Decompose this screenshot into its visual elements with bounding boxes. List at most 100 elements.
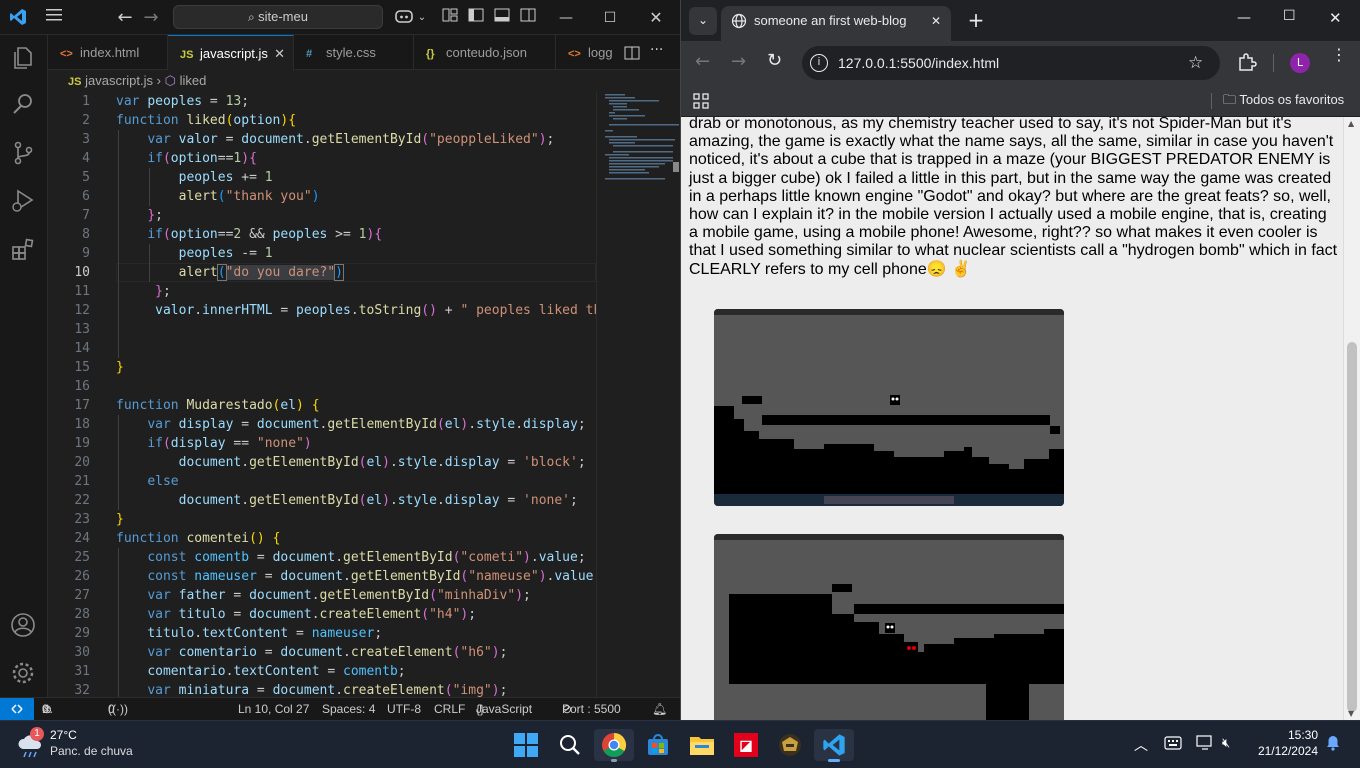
extensions-puzzle-icon[interactable] — [1237, 52, 1257, 76]
chevron-right-icon: › — [156, 73, 165, 88]
line-number: 30 — [74, 645, 90, 660]
command-center-search[interactable]: ⌕ site-meu — [173, 5, 383, 29]
ports-count: 0 — [108, 702, 115, 716]
chrome-menu-icon[interactable]: ⋮ — [1331, 47, 1347, 63]
back-arrow-icon[interactable]: ← — [695, 51, 710, 72]
bookmarks-bar: 🗀︎ Todos os favoritos — [681, 85, 1360, 117]
split-editor-icon[interactable] — [624, 45, 640, 64]
file-explorer-icon[interactable] — [682, 729, 722, 761]
chevron-down-icon[interactable]: ⌄ — [412, 8, 432, 28]
scroll-down-arrow-icon[interactable]: ▼ — [1348, 709, 1354, 718]
bookmark-star-icon[interactable]: ☆ — [1188, 46, 1203, 80]
breadcrumb-symbol[interactable]: liked — [180, 73, 207, 88]
toggle-panel-icon[interactable] — [492, 8, 512, 28]
all-bookmarks-label: Todos os favoritos — [1239, 92, 1345, 107]
maximize-icon[interactable]: ☐ — [600, 8, 620, 28]
vscode-taskbar-icon[interactable] — [814, 729, 854, 762]
line-ending[interactable]: CRLF — [434, 698, 465, 720]
maximize-icon[interactable]: ☐ — [1283, 8, 1296, 24]
encoding[interactable]: UTF-8 — [387, 698, 421, 720]
code-editor[interactable]: 1 2 3 4 5 6 7 8 9 10 11 12 13 14 15 16 17 18 19 20 21 22 23 24 2… — [48, 92, 596, 697]
code-line-9: peoples -= 1 — [178, 246, 273, 261]
indentation[interactable]: Spaces: 4 — [322, 698, 375, 720]
tab-index-html[interactable]: <> index.html — [48, 35, 168, 70]
scrollbar-thumb[interactable] — [1347, 342, 1357, 712]
apps-grid-icon[interactable] — [693, 93, 709, 113]
keyboard-icon[interactable] — [1164, 736, 1182, 755]
profile-avatar[interactable]: L — [1290, 53, 1310, 73]
minimap[interactable] — [596, 92, 680, 697]
chrome-taskbar-icon[interactable] — [594, 729, 634, 762]
site-info-icon[interactable]: i — [810, 54, 828, 72]
clock[interactable]: 15:30 21/12/2024 — [1250, 727, 1318, 759]
accounts-icon[interactable] — [10, 612, 38, 640]
game-app-icon[interactable] — [770, 729, 810, 761]
tab-javascript-js[interactable]: JS javascript.js ✕ — [168, 35, 294, 70]
tab-label: javascript.js — [200, 46, 268, 61]
reload-icon[interactable]: ↻ — [767, 50, 782, 71]
line-number: 13 — [74, 322, 90, 337]
explorer-icon[interactable] — [10, 45, 38, 73]
cursor-position[interactable]: Ln 10, Col 27 — [238, 698, 309, 720]
search-icon[interactable] — [10, 91, 38, 119]
minimize-icon[interactable]: — — [1237, 10, 1251, 26]
toggle-secondary-sidebar-icon[interactable] — [518, 8, 538, 28]
line-number: 22 — [74, 493, 90, 508]
all-bookmarks-button[interactable]: 🗀︎ Todos os favoritos — [1223, 91, 1344, 109]
weather-widget[interactable]: 1 27°C Panc. de chuva — [14, 727, 164, 763]
code-line-2: function liked(option){ — [116, 113, 297, 128]
close-icon[interactable]: ✕ — [1329, 9, 1342, 27]
line-number: 14 — [74, 341, 90, 356]
line-number: 16 — [74, 379, 90, 394]
notification-bell-icon[interactable] — [1326, 735, 1340, 756]
toggle-sidebar-icon[interactable] — [466, 8, 486, 28]
code-line-23: } — [116, 512, 124, 527]
extensions-icon[interactable] — [10, 237, 38, 265]
scroll-up-arrow-icon[interactable]: ▲ — [1348, 119, 1354, 128]
page-scrollbar[interactable]: ▲ ▼ — [1343, 117, 1360, 720]
running-indicator — [828, 759, 840, 762]
forward-arrow-icon[interactable]: → — [731, 51, 746, 72]
show-hidden-icons-chevron-up-icon[interactable]: ︿ — [1134, 735, 1148, 755]
menu-icon[interactable] — [44, 8, 64, 28]
close-tab-icon[interactable]: ✕ — [274, 36, 285, 70]
browser-tab-active[interactable]: someone an first web-blog ✕ — [721, 6, 951, 41]
breadcrumb-file[interactable]: javascript.js — [85, 73, 153, 88]
tab-logg[interactable]: <> logg — [556, 35, 622, 70]
line-number: 9 — [82, 246, 90, 261]
weather-temperature: 27°C — [50, 728, 77, 742]
code-line-27: var father = document.getElementById("mi… — [147, 588, 531, 603]
microsoft-store-icon[interactable] — [638, 729, 678, 761]
code-line-17: function Mudarestado(el) { — [116, 398, 320, 413]
new-tab-button[interactable]: + — [963, 8, 989, 34]
layout-customize-icon[interactable] — [440, 8, 460, 28]
start-button[interactable] — [506, 729, 546, 761]
line-number: 6 — [82, 189, 90, 204]
amd-software-icon[interactable]: ◪ — [726, 729, 766, 761]
close-tab-icon[interactable]: ✕ — [931, 6, 941, 36]
settings-gear-icon[interactable] — [10, 660, 38, 688]
web-page-content[interactable]: drab or monotonous, as my chemistry teac… — [681, 117, 1343, 720]
remote-indicator[interactable] — [0, 698, 34, 720]
code-line-24: function comentei() { — [116, 531, 281, 546]
source-control-icon[interactable] — [10, 140, 38, 168]
back-arrow-icon[interactable]: ← — [115, 8, 135, 28]
close-icon[interactable]: ✕ — [646, 8, 666, 28]
code-line-6: alert("thank you") — [178, 189, 320, 204]
run-debug-icon[interactable] — [10, 188, 38, 216]
line-number: 2 — [82, 113, 90, 128]
minimize-icon[interactable]: — — [556, 8, 576, 28]
volume-muted-icon[interactable]: 🔇︎ — [1222, 735, 1230, 751]
network-monitor-icon[interactable] — [1196, 735, 1214, 756]
tab-style-css[interactable]: # style.css — [294, 35, 414, 70]
copilot-icon[interactable] — [394, 8, 414, 28]
forward-arrow-icon[interactable]: → — [141, 8, 161, 28]
windows-taskbar: 1 27°C Panc. de chuva ◪ ︿ 🔇︎ 15:30 21/12… — [0, 720, 1360, 768]
tab-search-button[interactable]: ⌄ — [689, 7, 717, 35]
tab-conteudo-json[interactable]: {} conteudo.json — [414, 35, 556, 70]
more-actions-icon[interactable]: ··· — [650, 42, 663, 58]
weather-description: Panc. de chuva — [50, 744, 133, 758]
taskbar-search-icon[interactable] — [550, 729, 590, 761]
notifications-bell-icon[interactable]: 🔔︎ — [652, 698, 667, 720]
address-bar[interactable]: i 127.0.0.1:5500/index.html ☆ — [802, 46, 1220, 80]
